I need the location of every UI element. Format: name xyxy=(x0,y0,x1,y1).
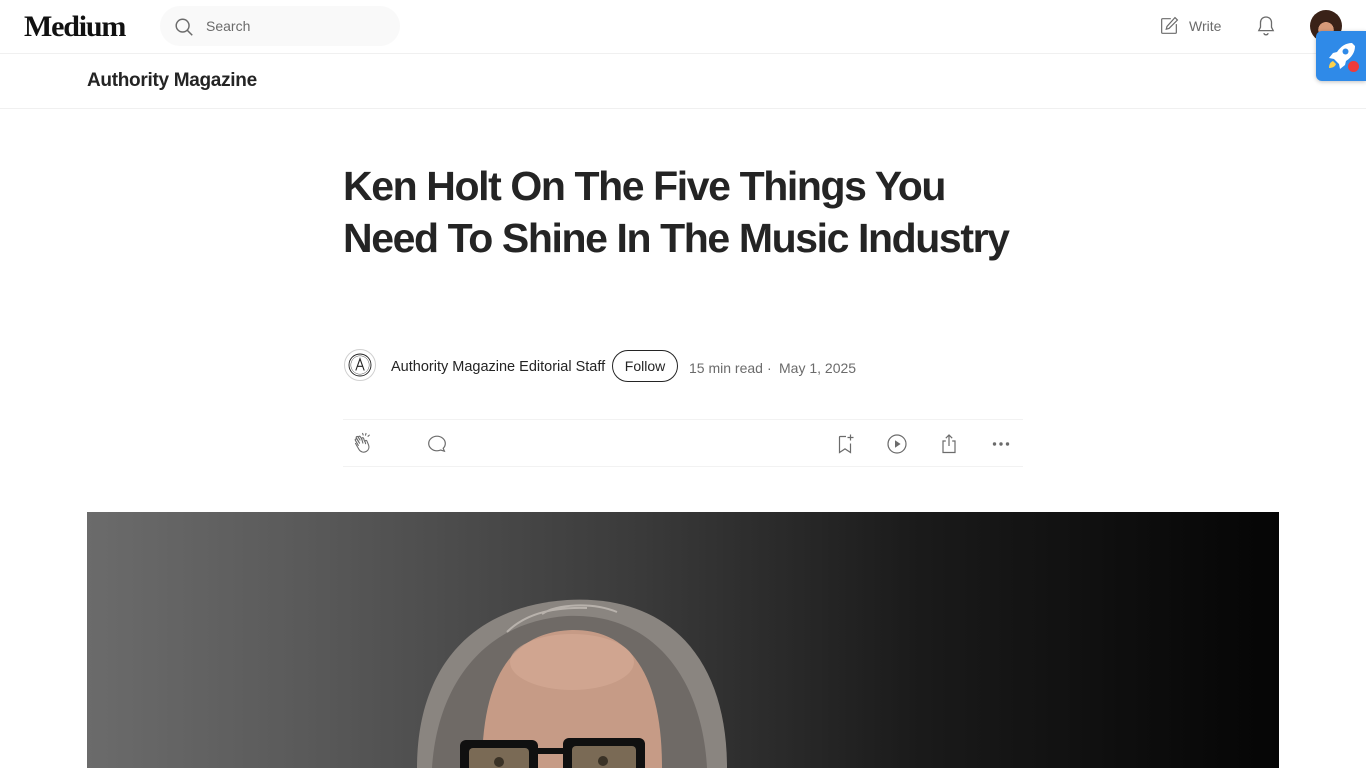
bell-icon[interactable] xyxy=(1254,14,1278,38)
write-icon xyxy=(1161,16,1179,34)
more-icon xyxy=(992,442,1010,446)
comment-button[interactable] xyxy=(425,432,449,456)
search-input[interactable] xyxy=(206,6,386,46)
publication-bar: Authority Magazine xyxy=(0,55,1366,109)
article-hero-image xyxy=(87,512,1279,768)
author-name[interactable]: Authority Magazine Editorial Staff xyxy=(391,357,605,377)
share-button[interactable] xyxy=(937,432,961,456)
clap-icon xyxy=(354,432,370,453)
medium-logo[interactable]: Medium xyxy=(24,9,126,45)
publication-avatar[interactable] xyxy=(344,349,376,381)
read-time: 15 min read xyxy=(689,360,763,376)
meta-separator: · xyxy=(767,360,772,376)
publication-logo-icon xyxy=(348,353,372,377)
comment-icon xyxy=(428,435,446,453)
write-label: Write xyxy=(1189,18,1222,34)
article-byline: Authority Magazine Editorial Staff Follo… xyxy=(343,346,1023,386)
bookmark-add-icon xyxy=(838,434,854,454)
write-button[interactable]: Write xyxy=(1158,14,1221,38)
portrait-photo xyxy=(417,599,727,768)
more-button[interactable] xyxy=(989,432,1013,456)
clap-button[interactable] xyxy=(351,432,375,456)
play-listen-icon xyxy=(887,434,907,454)
follow-button[interactable]: Follow xyxy=(612,350,678,382)
search-icon xyxy=(175,18,193,36)
bookmark-button[interactable] xyxy=(833,432,857,456)
publication-name[interactable]: Authority Magazine xyxy=(87,69,257,93)
article-title: Ken Holt On The Five Things You Need To … xyxy=(343,163,1010,261)
top-nav-bar: Medium Write xyxy=(0,0,1366,54)
share-icon xyxy=(942,434,956,454)
search-box[interactable] xyxy=(160,6,400,46)
publish-date: May 1, 2025 xyxy=(779,360,857,376)
article-action-bar xyxy=(343,419,1023,467)
listen-button[interactable] xyxy=(885,432,909,456)
